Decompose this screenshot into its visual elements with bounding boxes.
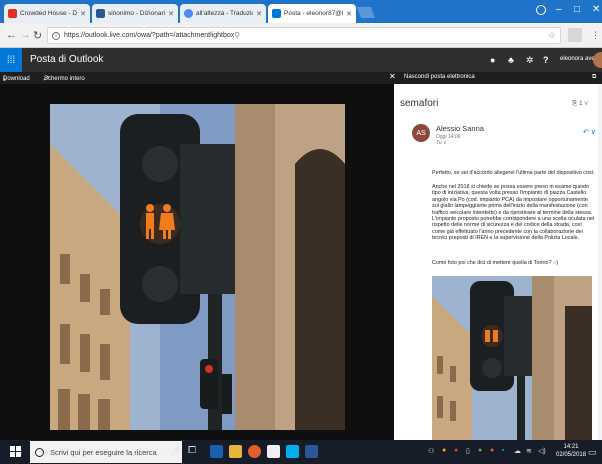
attachment-count-text: 1 ∨: [579, 100, 589, 107]
sender-name[interactable]: Alessio Sanna: [436, 124, 484, 133]
scrollbar[interactable]: [598, 84, 602, 440]
info-icon[interactable]: i: [52, 31, 60, 40]
back-icon[interactable]: ←: [6, 29, 17, 41]
download-label: Download: [3, 76, 30, 82]
tray-app-icon[interactable]: ▯: [466, 447, 470, 455]
chrome-icon[interactable]: [248, 445, 261, 458]
tray-app-icon[interactable]: ●: [454, 447, 458, 454]
more-menu-icon[interactable]: ⋮: [591, 30, 600, 41]
email-subject: semafori: [400, 98, 439, 109]
clock-time: 14:21: [563, 444, 579, 450]
windows-start-icon[interactable]: [10, 446, 22, 458]
fullscreen-label: Schermo intero: [44, 76, 85, 82]
url-text: https://outlook.live.com/owa/?path=/atta…: [64, 32, 235, 39]
wifi-icon[interactable]: ≋: [526, 447, 532, 455]
app-title[interactable]: Posta di Outlook: [30, 54, 103, 65]
youtube-icon: [8, 9, 17, 18]
file-explorer-icon[interactable]: [229, 445, 242, 458]
tray-app-icon[interactable]: ●: [478, 447, 482, 454]
tab-title: Posta - eleonor87@hotm: [284, 10, 343, 17]
bell-icon[interactable]: ♣: [508, 55, 514, 65]
new-tab-button[interactable]: [356, 7, 376, 18]
taskbar-clock[interactable]: 14:21 02/05/2018: [556, 443, 586, 459]
sender-avatar[interactable]: AS: [412, 124, 430, 142]
help-icon[interactable]: ?: [543, 55, 549, 65]
tab-title: sinonimo - Dizionario it: [108, 10, 165, 17]
browser-tab-strip: Crowded House - Don't ✕ sinonimo - Dizio…: [0, 0, 602, 23]
windows-taskbar: Scrivi qui per eseguire la ricerca 🎤︎ ⧠ …: [0, 440, 602, 464]
store-icon[interactable]: [267, 445, 280, 458]
attachment-viewer: [0, 84, 394, 440]
extension-icon[interactable]: [568, 28, 582, 42]
close-icon[interactable]: ✕: [256, 10, 262, 18]
address-bar-row: ← → ↻ i https://outlook.live.com/owa/?pa…: [0, 23, 602, 48]
reply-icon[interactable]: ↶ ∨: [583, 128, 596, 136]
attachment-photo[interactable]: [50, 104, 345, 430]
microphone-icon[interactable]: 🎤︎: [170, 446, 181, 457]
close-icon[interactable]: ✕: [80, 10, 86, 18]
star-icon[interactable]: ☆: [548, 30, 556, 41]
outlook-icon: [272, 9, 281, 18]
email-paragraph: Perfetto, se sei d'accordo allegerei l'u…: [432, 170, 595, 176]
volume-icon[interactable]: ◁): [538, 447, 546, 455]
tab-title: Crowded House - Don't: [20, 10, 78, 17]
gear-icon[interactable]: ✲: [526, 55, 534, 66]
traffic-light-thumbnail: [432, 276, 592, 440]
skype-icon[interactable]: ●: [490, 55, 495, 65]
attachment-count[interactable]: ⎘ 1 ∨: [572, 100, 588, 108]
close-icon[interactable]: ✕: [168, 10, 174, 18]
zoom-icon[interactable]: ⚲: [234, 31, 240, 40]
google-icon: [184, 9, 193, 18]
outlook-header: ⁞⁞⁞ Posta di Outlook ● ♣ ✲ ? eleonora av…: [0, 48, 602, 72]
close-window-button[interactable]: ✕: [592, 4, 600, 15]
word-icon[interactable]: [305, 445, 318, 458]
edge-icon[interactable]: [210, 445, 223, 458]
email-paragraph: Come foto poi che dici di mettere quella…: [432, 260, 559, 266]
tray-app-icon[interactable]: ●: [442, 447, 446, 454]
cortana-icon: [35, 447, 44, 457]
reading-pane: semafori ⎘ 1 ∨ AS Alessio Sanna Oggi 14:…: [394, 84, 602, 440]
app-launcher-icon[interactable]: ⁞⁞⁞: [0, 48, 22, 72]
close-icon[interactable]: ✕: [346, 10, 352, 18]
popout-icon[interactable]: ⧉: [592, 74, 596, 81]
browser-tab-active[interactable]: Posta - eleonor87@hotm ✕: [268, 4, 356, 23]
browser-tab[interactable]: sinonimo - Dizionario it ✕: [92, 4, 178, 23]
task-view-icon[interactable]: ⧠: [188, 445, 196, 456]
browser-tab[interactable]: all'altezza - Traduzione ✕: [180, 4, 266, 23]
inline-attachment-image[interactable]: [432, 276, 592, 440]
close-lightbox-icon[interactable]: ✕: [389, 72, 396, 81]
reload-icon[interactable]: ↻: [33, 29, 42, 42]
taskbar-search-input[interactable]: Scrivi qui per eseguire la ricerca: [30, 441, 182, 463]
tray-app-icon[interactable]: ▪: [502, 447, 504, 454]
tab-title: all'altezza - Traduzione: [196, 10, 253, 17]
avatar[interactable]: [593, 52, 602, 68]
email-paragraph: Anche nel 2018 si chiede se possa essere…: [432, 184, 595, 242]
url-input[interactable]: i https://outlook.live.com/owa/?path=/at…: [47, 27, 561, 44]
dictionary-icon: [96, 9, 105, 18]
tray-app-icon[interactable]: ●: [490, 447, 494, 454]
traffic-light-photo: [50, 104, 345, 430]
skype-app-icon[interactable]: [286, 445, 299, 458]
profile-icon[interactable]: [536, 5, 546, 15]
paperclip-icon: ⎘: [572, 100, 580, 107]
browser-tab[interactable]: Crowded House - Don't ✕: [4, 4, 90, 23]
clock-date: 02/05/2018: [556, 452, 587, 458]
search-placeholder: Scrivi qui per eseguire la ricerca: [50, 447, 157, 457]
forward-icon[interactable]: →: [20, 29, 31, 41]
people-icon[interactable]: ⚇: [428, 447, 434, 455]
network-icon[interactable]: ☁: [514, 447, 521, 455]
email-recipients[interactable]: Tu ∨: [436, 140, 447, 146]
notification-icon[interactable]: ▭: [588, 447, 597, 458]
lightbox-toolbar: ⤓ Download ⤢ Schermo intero ✕ Nascondi p…: [0, 72, 602, 84]
minimize-button[interactable]: –: [556, 4, 562, 15]
hide-mail-button[interactable]: Nascondi posta elettronica: [404, 74, 475, 80]
maximize-button[interactable]: □: [574, 4, 580, 15]
